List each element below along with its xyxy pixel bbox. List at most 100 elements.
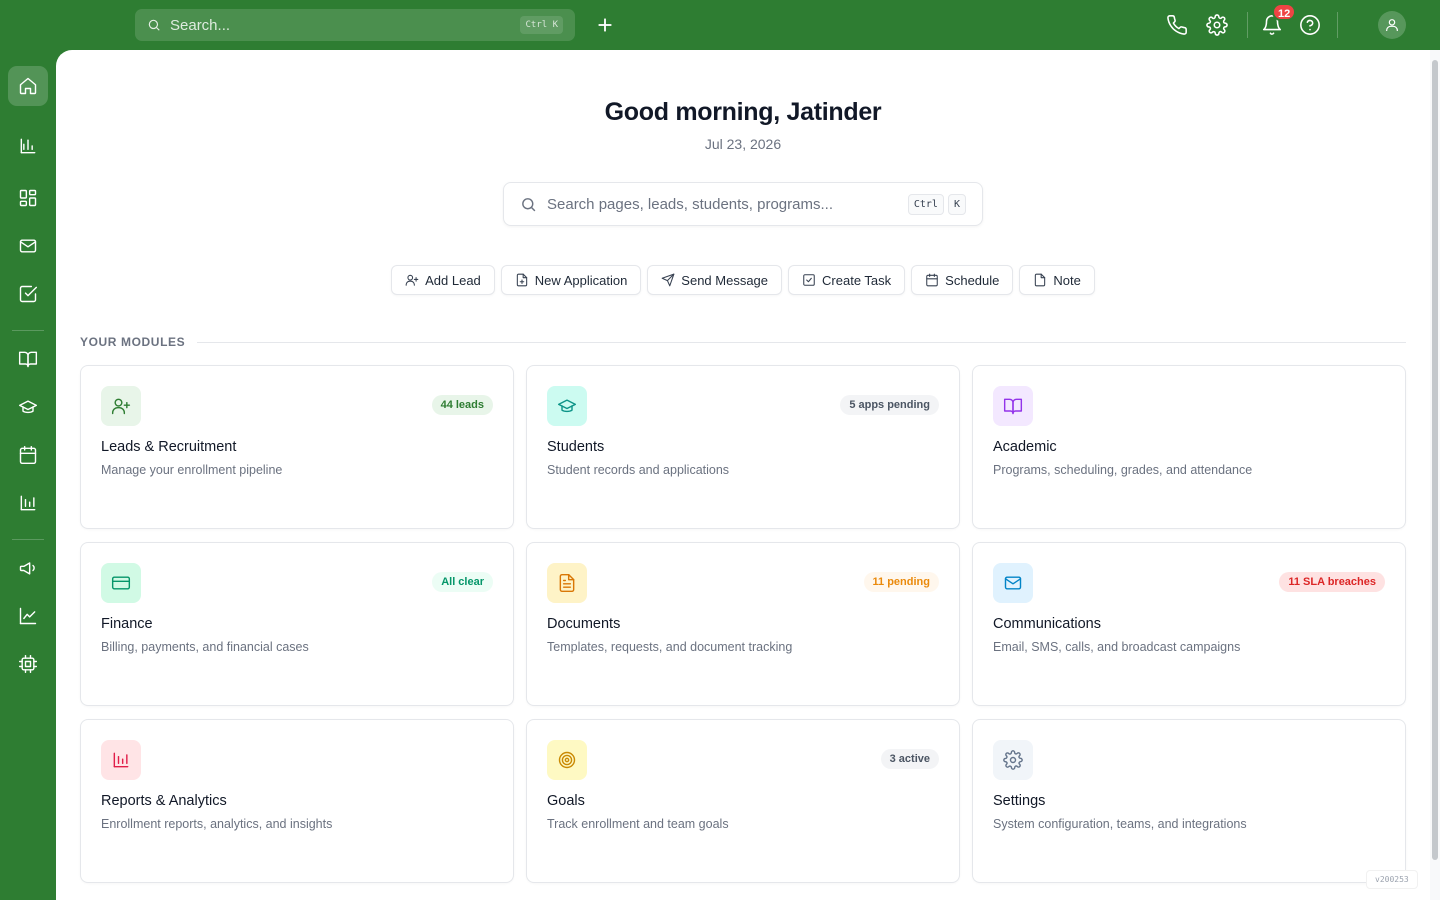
credit-card-icon bbox=[111, 576, 131, 590]
phone-button[interactable] bbox=[1166, 14, 1188, 36]
module-description: Templates, requests, and document tracki… bbox=[547, 640, 793, 654]
sidebar-divider bbox=[12, 330, 44, 331]
module-title: Documents bbox=[547, 616, 621, 632]
sidebar-item-home[interactable] bbox=[8, 66, 48, 106]
plus-icon bbox=[598, 18, 612, 32]
module-title: Students bbox=[547, 439, 605, 455]
module-card-students[interactable]: 5 apps pending Students Student records … bbox=[526, 365, 960, 529]
sidebar-item-mail[interactable] bbox=[8, 226, 48, 266]
trending-icon bbox=[19, 607, 37, 625]
send-message-button[interactable]: Send Message bbox=[647, 265, 783, 295]
send-icon bbox=[661, 273, 675, 287]
checkbox-icon bbox=[803, 274, 815, 286]
settings-button[interactable] bbox=[1206, 14, 1228, 36]
shortcut-key-k: K bbox=[947, 193, 966, 215]
create-task-button[interactable]: Create Task bbox=[788, 265, 906, 295]
user-plus-icon bbox=[111, 398, 131, 415]
search-icon bbox=[522, 197, 536, 211]
schedule-button[interactable]: Schedule bbox=[911, 265, 1014, 295]
user-plus-icon bbox=[405, 274, 419, 286]
calendar-icon bbox=[19, 445, 37, 465]
module-badge: All clear bbox=[432, 572, 493, 592]
module-icon-box bbox=[993, 563, 1033, 603]
sidebar-item-analytics[interactable] bbox=[8, 126, 48, 166]
new-application-label: New Application bbox=[534, 272, 628, 288]
module-description: Email, SMS, calls, and broadcast campaig… bbox=[993, 640, 1241, 654]
module-icon-box bbox=[547, 563, 587, 603]
file-plus-icon bbox=[516, 273, 527, 287]
module-icon-box bbox=[547, 386, 587, 426]
module-card-reports[interactable]: Reports & Analytics Enrollment reports, … bbox=[80, 719, 514, 883]
module-card-goals[interactable]: 3 active Goals Track enrollment and team… bbox=[526, 719, 960, 883]
shortcut-key-ctrl: Ctrl bbox=[907, 193, 944, 215]
graduation-cap-icon bbox=[18, 400, 38, 414]
module-title: Communications bbox=[993, 616, 1101, 632]
sidebar-item-reports[interactable] bbox=[8, 483, 48, 523]
module-description: Student records and applications bbox=[547, 463, 730, 477]
sidebar-item-calendar[interactable] bbox=[8, 435, 48, 475]
global-search-input[interactable]: Search... Ctrl K bbox=[135, 9, 575, 41]
module-description: Track enrollment and team goals bbox=[547, 817, 729, 831]
mail-icon bbox=[1004, 576, 1022, 590]
sidebar bbox=[0, 50, 56, 900]
new-application-button[interactable]: New Application bbox=[500, 265, 642, 295]
megaphone-icon bbox=[19, 562, 35, 575]
module-icon-box bbox=[101, 740, 141, 780]
checkbox-icon bbox=[19, 285, 38, 303]
user-avatar-button[interactable] bbox=[1378, 11, 1406, 39]
page-scrollbar[interactable] bbox=[1430, 50, 1440, 900]
sidebar-item-students[interactable] bbox=[8, 387, 48, 427]
reports-icon bbox=[20, 495, 36, 511]
bar-chart-icon bbox=[20, 138, 36, 154]
add-lead-button[interactable]: Add Lead bbox=[391, 265, 495, 295]
module-title: Settings bbox=[993, 793, 1046, 809]
module-title: Goals bbox=[547, 793, 585, 809]
note-label: Note bbox=[1053, 272, 1081, 288]
target-icon bbox=[558, 751, 576, 769]
module-badge: 5 apps pending bbox=[840, 395, 939, 415]
top-bar: Search... Ctrl K 12 bbox=[0, 0, 1440, 50]
module-card-academic[interactable]: Academic Programs, scheduling, grades, a… bbox=[972, 365, 1406, 529]
sidebar-item-dashboard[interactable] bbox=[8, 178, 48, 218]
module-description: Billing, payments, and financial cases bbox=[101, 640, 309, 654]
help-button[interactable] bbox=[1299, 14, 1321, 36]
quick-add-button[interactable] bbox=[594, 14, 616, 36]
module-title: Academic bbox=[993, 439, 1057, 455]
scrollbar-thumb[interactable] bbox=[1432, 60, 1438, 860]
bar-chart-icon bbox=[113, 752, 129, 768]
module-badge: 3 active bbox=[880, 749, 939, 769]
section-divider bbox=[197, 341, 1406, 343]
send-message-label: Send Message bbox=[681, 272, 769, 288]
module-card-communications[interactable]: 11 SLA breaches Communications Email, SM… bbox=[972, 542, 1406, 706]
note-button[interactable]: Note bbox=[1019, 265, 1095, 295]
module-card-settings[interactable]: Settings System configuration, teams, an… bbox=[972, 719, 1406, 883]
quick-actions: Add Lead New Application Send Message Cr… bbox=[56, 265, 1430, 295]
sidebar-item-tasks[interactable] bbox=[8, 274, 48, 314]
sidebar-item-integrations[interactable] bbox=[8, 644, 48, 684]
module-card-finance[interactable]: All clear Finance Billing, payments, and… bbox=[80, 542, 514, 706]
search-icon bbox=[148, 19, 160, 31]
module-card-leads[interactable]: 44 leads Leads & Recruitment Manage your… bbox=[80, 365, 514, 529]
version-label: v200253 bbox=[1366, 870, 1418, 889]
calendar-icon bbox=[926, 273, 938, 287]
add-lead-label: Add Lead bbox=[425, 272, 481, 288]
current-date: Jul 23, 2026 bbox=[704, 136, 782, 152]
command-search-input[interactable]: Search pages, leads, students, programs.… bbox=[503, 182, 983, 226]
create-task-label: Create Task bbox=[822, 272, 892, 288]
main-content: Good morning, Jatinder Jul 23, 2026 Sear… bbox=[56, 50, 1430, 900]
sidebar-item-campaigns[interactable] bbox=[8, 548, 48, 588]
modules-section-header: YOUR MODULES bbox=[80, 335, 1406, 349]
module-title: Finance bbox=[101, 616, 153, 632]
module-card-documents[interactable]: 11 pending Documents Templates, requests… bbox=[526, 542, 960, 706]
module-icon-box bbox=[993, 386, 1033, 426]
module-description: System configuration, teams, and integra… bbox=[993, 817, 1247, 831]
modules-grid: 44 leads Leads & Recruitment Manage your… bbox=[80, 365, 1406, 883]
module-badge: 44 leads bbox=[431, 395, 493, 415]
home-icon bbox=[19, 77, 37, 95]
graduation-cap-icon bbox=[557, 399, 577, 413]
book-open-icon bbox=[1003, 398, 1023, 415]
sidebar-item-trends[interactable] bbox=[8, 596, 48, 636]
module-icon-box bbox=[993, 740, 1033, 780]
topbar-divider bbox=[1247, 12, 1248, 38]
sidebar-item-academic[interactable] bbox=[8, 339, 48, 379]
